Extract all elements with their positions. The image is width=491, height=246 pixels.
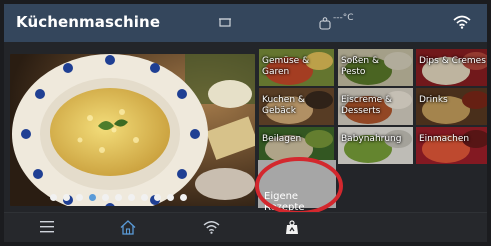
category-label: Beilagen [262,134,302,144]
wifi-icon[interactable] [453,15,471,29]
category-label: Dips & Cremes [419,56,486,66]
category-photo [416,88,487,125]
bottom-nav-bar [4,212,487,242]
category-tile[interactable]: Babynahrung [338,127,413,164]
carousel-dot[interactable] [167,194,174,201]
app-title: Küchenmaschine [16,13,161,31]
category-label: Gemüse & Garen [262,56,310,77]
highlight-circle [255,157,343,215]
menu-icon[interactable] [40,220,54,233]
carousel-dot[interactable] [180,194,187,201]
temperature-readout: ---°C [333,13,354,23]
category-label: Drinks [419,95,448,105]
carousel-dot[interactable] [154,194,161,201]
category-photo [338,127,413,164]
category-tile[interactable]: Dips & Cremes [416,49,487,86]
category-photo [416,49,487,86]
carousel-dot[interactable] [89,194,96,201]
carousel-dot[interactable] [76,194,83,201]
home-icon[interactable] [120,220,136,235]
category-tile[interactable]: Kuchen & Gebäck [259,88,334,125]
category-label: Eiscreme & Desserts [341,95,393,116]
category-label: Kuchen & Gebäck [262,95,305,116]
carousel-dot[interactable] [115,194,122,201]
carousel-dot[interactable] [63,194,70,201]
carousel-pagination [50,194,187,201]
wifi-nav-icon[interactable] [203,220,220,234]
category-label: Einmachen [419,134,470,144]
category-tile[interactable]: Eiscreme & Desserts [338,88,413,125]
carousel-dot[interactable] [102,194,109,201]
carousel-dot[interactable] [50,194,57,201]
category-tile[interactable]: Soßen & Pesto [338,49,413,86]
category-photo [416,127,487,164]
category-tile[interactable]: Gemüse & Garen [259,49,334,86]
category-label: Soßen & Pesto [341,56,380,77]
pot-icon [219,18,231,27]
carousel-dot[interactable] [128,194,135,201]
weight-icon [319,17,331,30]
header-bar: Küchenmaschine ---°C [4,4,487,42]
recipe-carousel[interactable] [10,54,255,206]
category-tile[interactable]: Drinks [416,88,487,125]
category-label: Babynahrung [341,134,402,144]
carousel-dot[interactable] [141,194,148,201]
risotto-photo [10,54,255,206]
scale-nav-icon[interactable] [285,220,299,235]
category-tile[interactable]: Einmachen [416,127,487,164]
app-screen: Küchenmaschine ---°C Gemüse & Garen Soße… [4,4,487,242]
